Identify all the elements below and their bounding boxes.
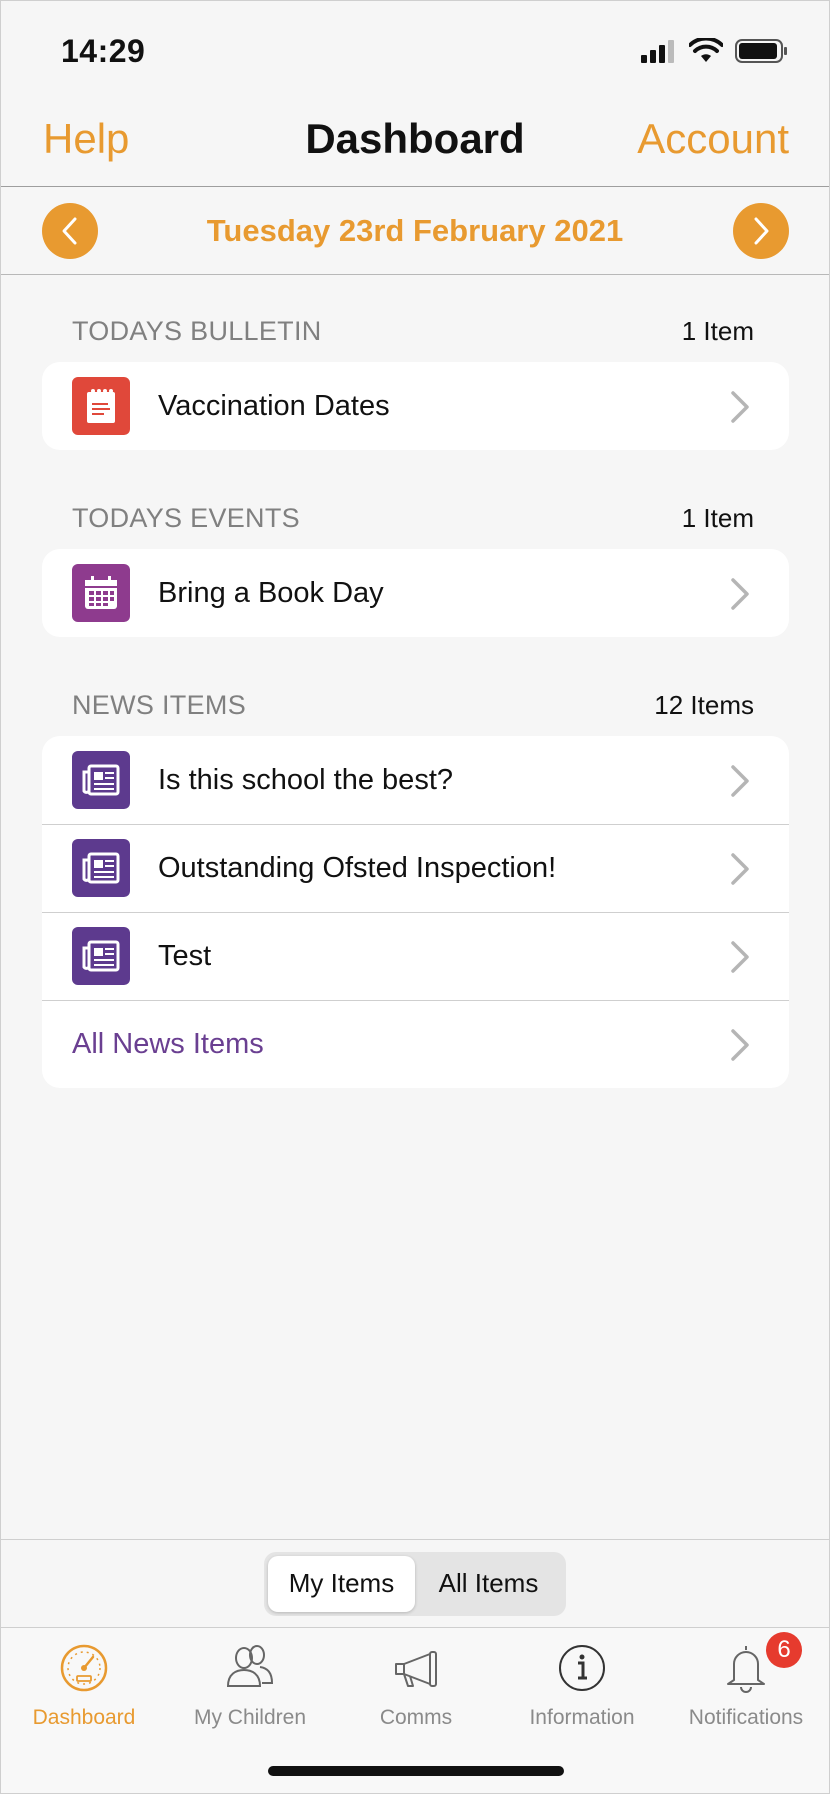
section-title: TODAYS EVENTS (72, 502, 300, 533)
tab-label: Notifications (688, 1706, 804, 1729)
status-icons (641, 38, 789, 64)
item-filter-toolbar: My Items All Items (1, 1539, 829, 1627)
people-icon (224, 1642, 276, 1694)
wifi-icon (689, 38, 723, 62)
tab-label: Information (529, 1706, 635, 1729)
section-title: TODAYS BULLETIN (72, 315, 322, 346)
chevron-right-icon (754, 217, 769, 245)
list-item[interactable]: Test (42, 912, 789, 1000)
news-card: Is this school the best? Outstanding Ofs… (42, 736, 789, 1088)
calendar-icon (72, 564, 130, 622)
notification-badge: 6 (766, 1632, 802, 1668)
megaphone-icon (390, 1642, 442, 1694)
speedometer-icon (58, 1642, 110, 1694)
list-item-label: Test (158, 939, 212, 972)
my-items-segment[interactable]: My Items (268, 1555, 415, 1612)
tab-label: My Children (193, 1706, 307, 1729)
info-icon (556, 1642, 608, 1694)
section-title: NEWS ITEMS (72, 689, 247, 720)
newspaper-icon (72, 751, 130, 809)
status-bar: 14:29 (1, 1, 829, 101)
chevron-right-icon (731, 765, 749, 797)
list-item[interactable]: Outstanding Ofsted Inspection! (42, 824, 789, 912)
list-item-label: Outstanding Ofsted Inspection! (158, 851, 557, 884)
all-items-segment[interactable]: All Items (415, 1556, 562, 1612)
list-item-label: Vaccination Dates (158, 389, 390, 422)
notepad-icon (72, 377, 130, 435)
item-filter-segmented-control: My Items All Items (264, 1551, 566, 1616)
bulletin-card: Vaccination Dates (42, 362, 789, 450)
chevron-right-icon (731, 1029, 749, 1061)
events-section-header: TODAYS EVENTS 1 Item (72, 498, 754, 538)
tab-information[interactable]: Information (499, 1642, 665, 1730)
section-count: 1 Item (681, 502, 754, 533)
tab-notifications[interactable]: 6 Notifications (663, 1632, 829, 1730)
chevron-right-icon (731, 391, 749, 423)
news-section-header: NEWS ITEMS 12 Items (72, 685, 754, 725)
section-count: 1 Item (681, 315, 754, 346)
chevron-right-icon (731, 853, 749, 885)
tab-comms[interactable]: Comms (333, 1642, 499, 1730)
tab-dashboard[interactable]: Dashboard (1, 1642, 167, 1730)
bell-icon: 6 (720, 1632, 802, 1694)
date-selector: Tuesday 23rd February 2021 (1, 187, 829, 275)
events-card: Bring a Book Day (42, 549, 789, 637)
chevron-right-icon (731, 941, 749, 973)
newspaper-icon (72, 839, 130, 897)
list-item-label: Bring a Book Day (158, 576, 384, 609)
list-item-label: Is this school the best? (158, 763, 453, 796)
chevron-right-icon (731, 578, 749, 610)
navigation-bar: Help Dashboard Account (1, 101, 829, 187)
all-news-items-link[interactable]: All News Items (42, 1000, 789, 1088)
home-indicator[interactable] (268, 1766, 564, 1776)
all-news-items-label: All News Items (72, 1027, 264, 1060)
cellular-signal-icon (641, 40, 674, 63)
battery-icon (735, 39, 787, 63)
newspaper-icon (72, 927, 130, 985)
account-button[interactable]: Account (637, 115, 789, 163)
bulletin-section-header: TODAYS BULLETIN 1 Item (72, 311, 754, 351)
tab-my-children[interactable]: My Children (167, 1642, 333, 1730)
current-date: Tuesday 23rd February 2021 (206, 213, 624, 248)
list-item[interactable]: Is this school the best? (42, 736, 789, 824)
list-item[interactable]: Bring a Book Day (42, 549, 789, 637)
list-item[interactable]: Vaccination Dates (42, 362, 789, 450)
tab-label: Dashboard (32, 1706, 136, 1729)
next-day-button[interactable] (733, 203, 789, 259)
section-count: 12 Items (654, 689, 754, 720)
tab-label: Comms (379, 1706, 453, 1729)
status-time: 14:29 (61, 32, 146, 69)
